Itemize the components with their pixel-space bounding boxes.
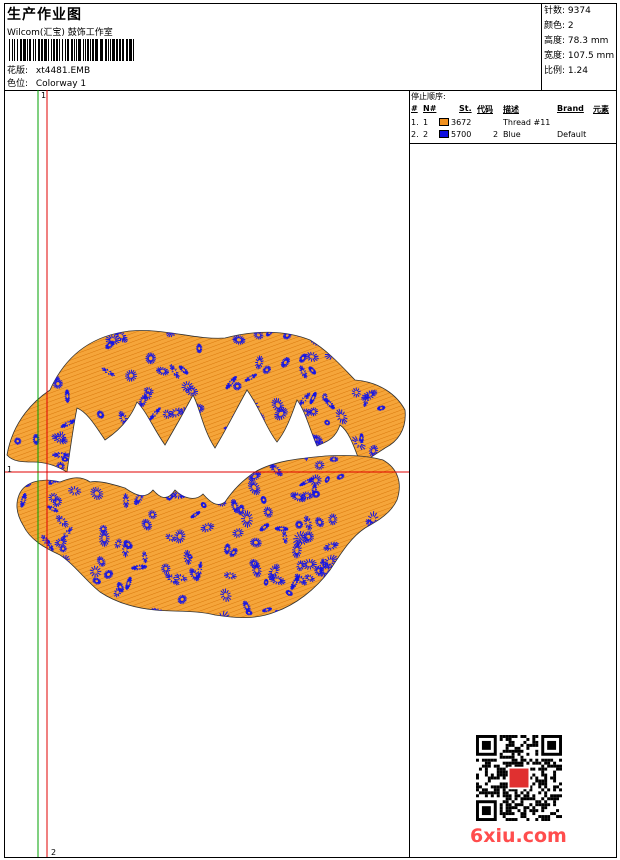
stat-height: 高度: 78.3 mm — [544, 36, 609, 46]
col-n: N# — [423, 104, 437, 113]
row-brand: Default — [557, 130, 587, 139]
stat-width: 宽度: 107.5 mm — [544, 51, 615, 61]
header-info: 生产作业图 Wilcom(汇宝) 鼓饰工作室 花版: xt4481.EMB 色位… — [7, 4, 537, 90]
row-index: 2. — [411, 130, 419, 139]
row-index: 1. — [411, 118, 419, 127]
vertical-guide-label: 1 — [41, 91, 47, 100]
col-desc: 描述 — [503, 105, 519, 114]
stop-sequence-heading: 停止顺序: — [411, 92, 446, 101]
design-file-value: xt4481.EMB — [35, 66, 91, 76]
colorway-value: Colorway 1 — [35, 79, 87, 89]
qr-code-image — [476, 735, 562, 821]
row-desc: Thread #11 — [503, 118, 551, 127]
design-file-row: 花版: xt4481.EMB — [7, 63, 90, 76]
production-worksheet: 生产作业图 Wilcom(汇宝) 鼓饰工作室 花版: xt4481.EMB 色位… — [4, 3, 617, 858]
col-st: St. — [459, 104, 472, 113]
stop-sequence-table: 停止顺序: # N# St. 代码 描述 Brand 元素 1. 1 3672 … — [409, 90, 616, 144]
page-title: 生产作业图 — [7, 7, 82, 23]
thread-color-swatch — [439, 118, 449, 126]
col-element: 元素 — [593, 105, 609, 114]
worksheet-header: 生产作业图 Wilcom(汇宝) 鼓饰工作室 花版: xt4481.EMB 色位… — [5, 4, 616, 91]
watermark-text: 6xiu.com — [470, 825, 567, 847]
stat-stitches: 针数: 9374 — [544, 6, 591, 16]
software-subtitle: Wilcom(汇宝) 鼓饰工作室 — [7, 28, 113, 38]
col-index: # — [411, 104, 418, 113]
stat-scale: 比例: 1.24 — [544, 66, 588, 76]
row-code: 3672 — [451, 118, 472, 127]
colorway-row: 色位: Colorway 1 — [7, 76, 86, 89]
row-n: 1 — [423, 118, 429, 127]
thread-color-swatch — [439, 130, 449, 138]
bottom-guide-label: 2 — [51, 848, 57, 857]
row-desc: Blue — [503, 130, 521, 139]
design-preview: 1 1 2 — [5, 90, 410, 857]
row-n: 2 — [423, 130, 429, 139]
col-code: 代码 — [477, 105, 493, 114]
row-st: 2 — [493, 130, 499, 139]
embroidery-preview — [5, 90, 409, 857]
barcode-image — [9, 39, 134, 61]
colorway-label: 色位: — [7, 79, 29, 89]
design-file-label: 花版: — [7, 66, 29, 76]
horizontal-guide-label: 1 — [7, 465, 13, 474]
stat-colors: 颜色: 2 — [544, 21, 574, 31]
design-stats: 针数: 9374 颜色: 2 高度: 78.3 mm 宽度: 107.5 mm … — [541, 4, 616, 90]
row-code: 5700 — [451, 130, 472, 139]
col-brand: Brand — [557, 104, 584, 113]
lower-lip-shape — [16, 455, 400, 619]
